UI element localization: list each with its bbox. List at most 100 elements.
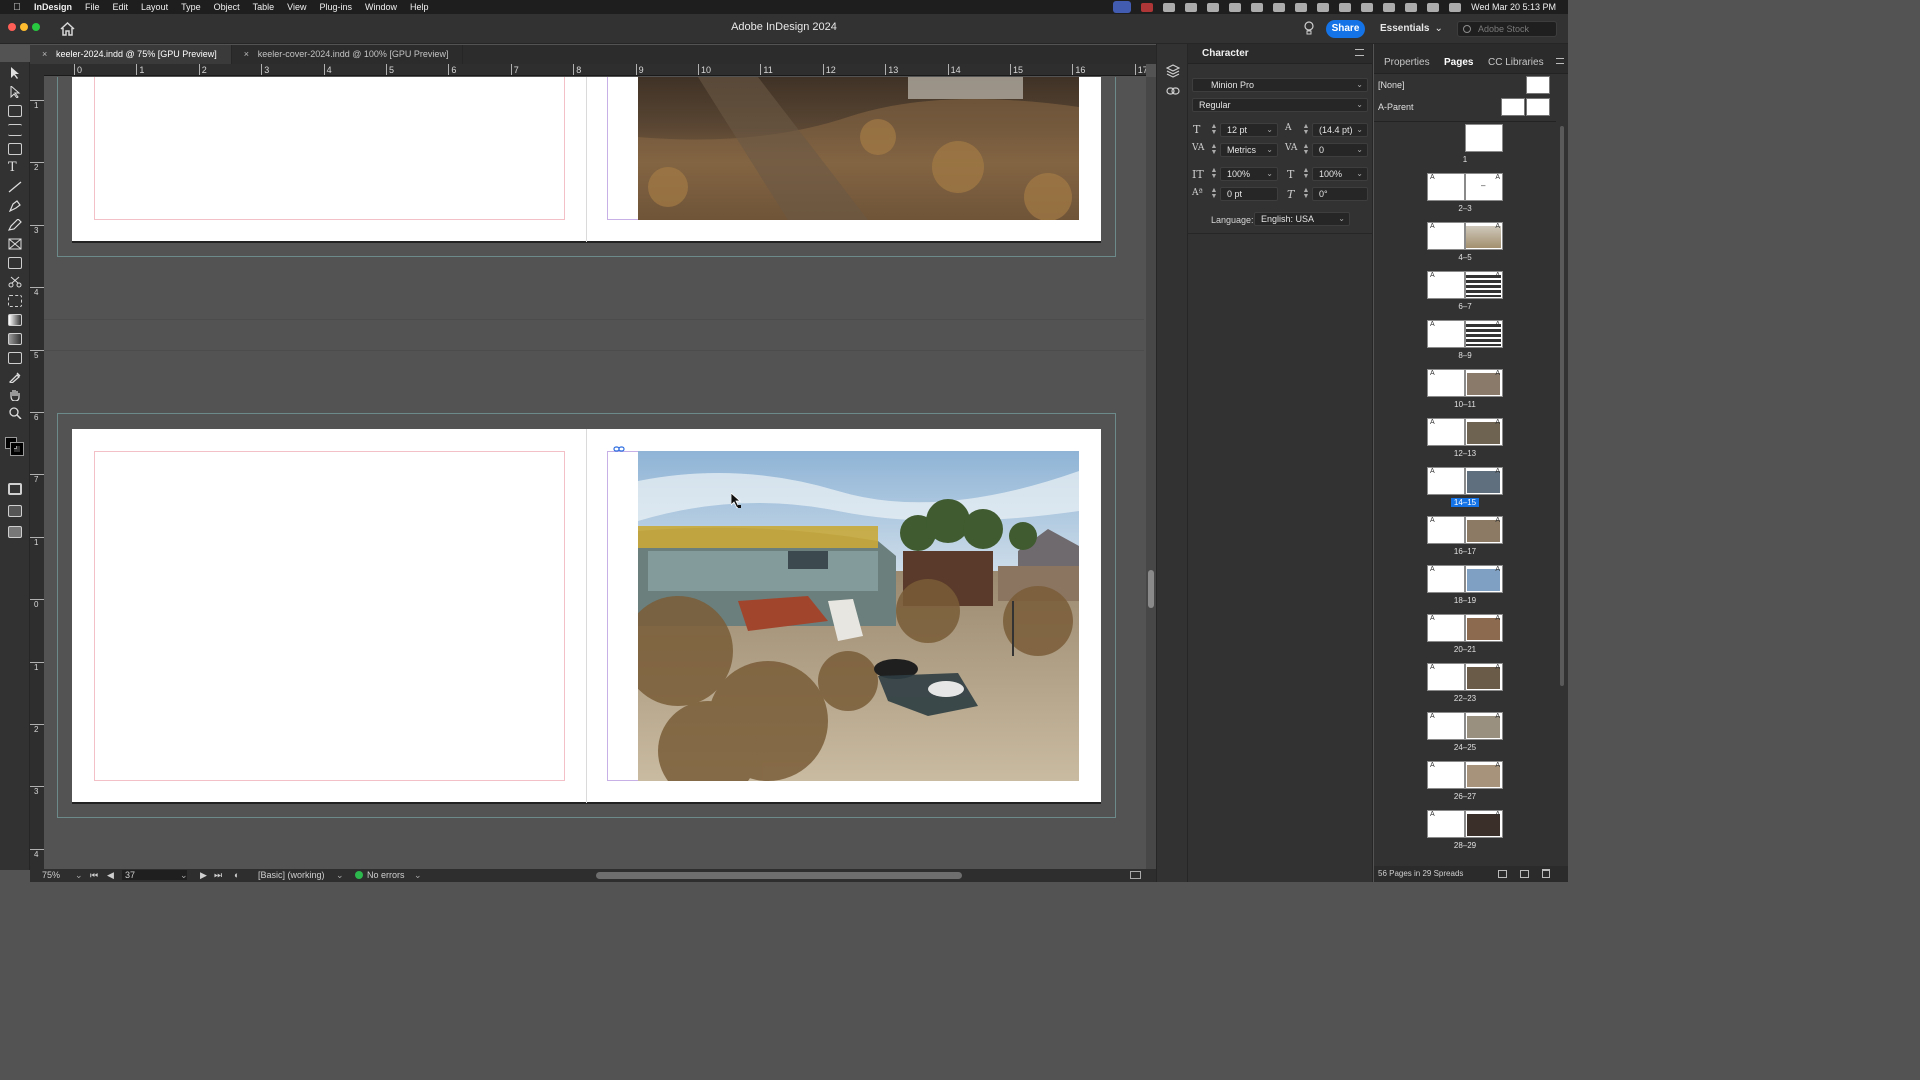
spread-label[interactable]: 10–11 bbox=[1427, 400, 1503, 409]
spread-thumbnail[interactable]: AA bbox=[1427, 418, 1503, 446]
page-thumbnail[interactable]: A bbox=[1465, 271, 1503, 299]
type-tool-icon[interactable]: T bbox=[8, 161, 22, 174]
page-thumbnail[interactable] bbox=[1465, 124, 1503, 152]
character-panel-header[interactable]: Character bbox=[1188, 44, 1372, 64]
menu-layout[interactable]: Layout bbox=[141, 2, 168, 12]
links-icon[interactable] bbox=[1166, 86, 1180, 96]
page-thumbnail[interactable]: A bbox=[1427, 173, 1465, 201]
horizontal-scrollbar-thumb[interactable] bbox=[596, 872, 962, 879]
horizontal-ruler[interactable]: 01234567891011121314151617 bbox=[44, 64, 1146, 76]
stepper-icon[interactable]: ▲ ▼ bbox=[1302, 123, 1310, 136]
lightbulb-icon[interactable] bbox=[1304, 21, 1314, 37]
layers-icon[interactable] bbox=[1166, 64, 1180, 78]
menubar-datetime[interactable]: Wed Mar 20 5:13 PM bbox=[1471, 2, 1556, 12]
spread-label[interactable]: 26–27 bbox=[1427, 792, 1503, 801]
spread-label[interactable]: 28–29 bbox=[1427, 841, 1503, 850]
siri-icon[interactable] bbox=[1449, 2, 1462, 12]
split-window-icon[interactable] bbox=[1130, 871, 1141, 879]
spread-label[interactable]: 24–25 bbox=[1427, 743, 1503, 752]
last-page-icon[interactable]: ⏭ bbox=[214, 870, 222, 881]
skew-field[interactable]: 0° bbox=[1312, 187, 1368, 201]
font-family-field[interactable]: Minion Pro ⌄ bbox=[1192, 78, 1368, 92]
zoom-level[interactable]: 75% bbox=[42, 870, 60, 880]
menu-file[interactable]: File bbox=[85, 2, 100, 12]
tab-properties[interactable]: Properties bbox=[1384, 57, 1430, 68]
font-size-field[interactable]: 12 pt ⌄ bbox=[1220, 123, 1278, 137]
parent-a-thumb-left[interactable] bbox=[1501, 98, 1525, 116]
page-thumbnail[interactable]: A bbox=[1427, 712, 1465, 740]
spread-thumbnail[interactable]: AA bbox=[1427, 761, 1503, 789]
page-thumbnail[interactable]: A bbox=[1427, 761, 1465, 789]
close-icon[interactable]: × bbox=[244, 45, 249, 64]
parent-a-thumb-right[interactable] bbox=[1526, 98, 1550, 116]
baseline-shift-field[interactable]: 0 pt bbox=[1220, 187, 1278, 201]
page-thumbnail[interactable]: A bbox=[1427, 565, 1465, 593]
vertical-scale-field[interactable]: 100% ⌄ bbox=[1220, 167, 1278, 181]
gradient-feather-tool-icon[interactable] bbox=[8, 333, 22, 345]
horizontal-scale-field[interactable]: 100% ⌄ bbox=[1312, 167, 1368, 181]
keyboard-icon[interactable] bbox=[1185, 2, 1198, 12]
cloud-icon[interactable] bbox=[1207, 2, 1220, 12]
spread-thumbnail[interactable]: AA bbox=[1427, 320, 1503, 348]
screen-share-icon[interactable] bbox=[1113, 1, 1132, 13]
page-thumbnail[interactable]: A bbox=[1465, 320, 1503, 348]
spread-thumbnail[interactable]: AA bbox=[1427, 565, 1503, 593]
pages-scrollbar[interactable] bbox=[1558, 124, 1566, 864]
eyedropper-tool-icon[interactable] bbox=[8, 371, 22, 383]
menu-table[interactable]: Table bbox=[253, 2, 275, 12]
normal-view-icon[interactable] bbox=[8, 483, 22, 495]
stepper-icon[interactable]: ▲ ▼ bbox=[1210, 143, 1218, 156]
stepper-icon[interactable]: ▲ ▼ bbox=[1210, 187, 1218, 200]
record-icon[interactable] bbox=[1141, 2, 1154, 12]
vertical-ruler[interactable]: 1 2 3 4 5 6 7 1 0 1 2 3 4 bbox=[30, 76, 44, 870]
apple-icon[interactable]:  bbox=[10, 2, 24, 13]
page-thumbnail[interactable]: A bbox=[1465, 418, 1503, 446]
parent-a-label[interactable]: A-Parent bbox=[1378, 102, 1414, 112]
dropbox-icon[interactable] bbox=[1229, 2, 1242, 12]
stepper-icon[interactable]: ▲ ▼ bbox=[1210, 123, 1218, 136]
line-tool-icon[interactable] bbox=[8, 181, 22, 193]
next-page-icon[interactable]: ▶ bbox=[200, 870, 207, 881]
spread-thumbnail[interactable]: AA bbox=[1427, 369, 1503, 397]
panel-menu-icon[interactable] bbox=[1355, 49, 1364, 56]
share-button[interactable]: Share bbox=[1326, 20, 1365, 38]
page-thumbnail[interactable]: A bbox=[1465, 761, 1503, 789]
page-thumbnail[interactable]: A bbox=[1427, 271, 1465, 299]
spread-thumbnail[interactable]: AA bbox=[1427, 516, 1503, 544]
page-thumbnail[interactable]: A bbox=[1465, 663, 1503, 691]
selection-tool-icon[interactable] bbox=[8, 67, 22, 79]
spread-label[interactable]: 4–5 bbox=[1427, 253, 1503, 262]
menu-app-name[interactable]: InDesign bbox=[34, 2, 72, 12]
spread-thumbnail[interactable] bbox=[1427, 124, 1503, 152]
leading-field[interactable]: (14.4 pt) ⌄ bbox=[1312, 123, 1368, 137]
prev-page-icon[interactable]: ◀ bbox=[107, 870, 114, 881]
panel-menu-icon[interactable] bbox=[1556, 58, 1564, 64]
page-thumbnail[interactable]: A bbox=[1427, 467, 1465, 495]
spread-thumbnail[interactable]: AA bbox=[1427, 222, 1503, 250]
spread-thumbnail[interactable]: AA bbox=[1427, 810, 1503, 838]
hand-tool-icon[interactable] bbox=[8, 389, 22, 401]
spread-thumbnail[interactable]: AA bbox=[1427, 467, 1503, 495]
spread-label[interactable]: 22–23 bbox=[1427, 694, 1503, 703]
trailer-junkyard-photo[interactable] bbox=[638, 451, 1079, 781]
page-thumbnail[interactable]: A bbox=[1427, 516, 1465, 544]
page-thumbnail[interactable]: A bbox=[1427, 369, 1465, 397]
spread-thumbnail[interactable]: AA bbox=[1427, 271, 1503, 299]
document-canvas[interactable] bbox=[44, 77, 1144, 869]
rectangle-tool-icon[interactable] bbox=[8, 257, 22, 269]
free-transform-tool-icon[interactable] bbox=[8, 295, 22, 307]
spread-thumbnail[interactable]: AA bbox=[1427, 663, 1503, 691]
content-collector-icon[interactable] bbox=[8, 143, 22, 155]
page-thumbnail[interactable]: A bbox=[1427, 222, 1465, 250]
link-icon[interactable] bbox=[613, 445, 625, 453]
menu-edit[interactable]: Edit bbox=[113, 2, 129, 12]
spread-thumbnail[interactable]: A – A bbox=[1427, 173, 1503, 201]
note-tool-icon[interactable] bbox=[8, 352, 22, 364]
scrollbar-thumb[interactable] bbox=[1560, 126, 1564, 686]
spread-thumbnail[interactable]: AA bbox=[1427, 712, 1503, 740]
language-field[interactable]: English: USA ⌄ bbox=[1254, 212, 1350, 226]
preflight-profile[interactable]: [Basic] (working) bbox=[258, 870, 325, 880]
page-thumbnail[interactable]: A bbox=[1427, 810, 1465, 838]
page-thumbnail[interactable]: A bbox=[1427, 614, 1465, 642]
menu-plugins[interactable]: Plug-ins bbox=[319, 2, 352, 12]
